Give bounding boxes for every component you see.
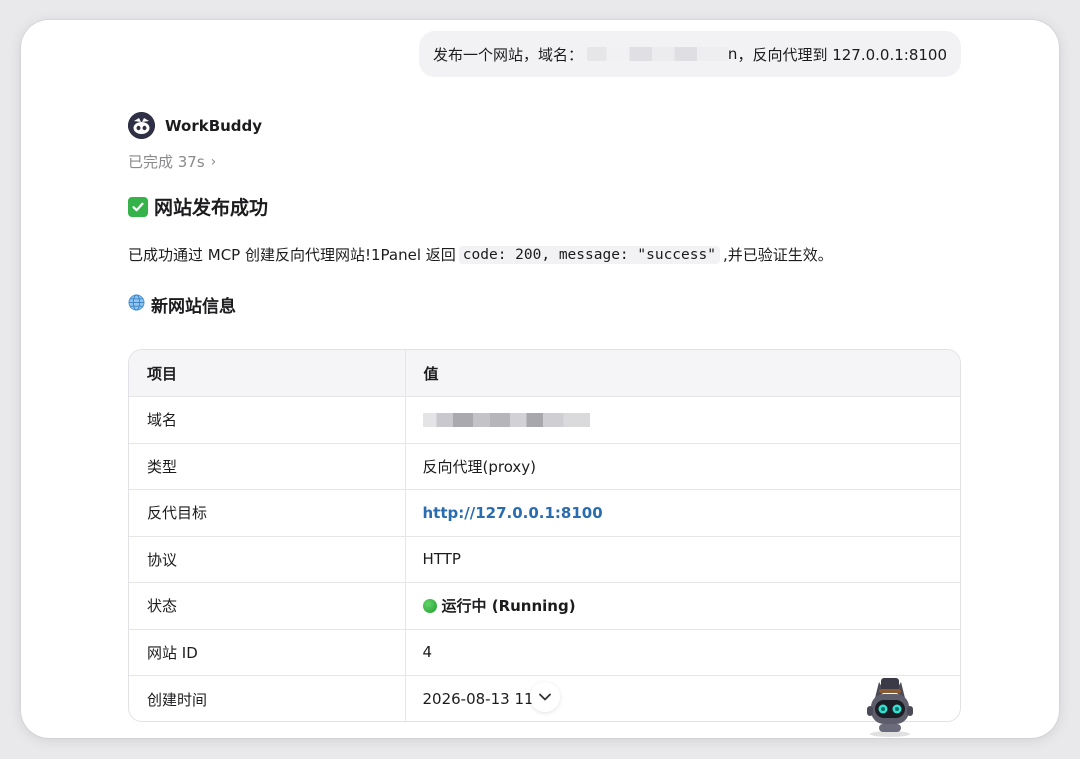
result-paragraph: 已成功通过 MCP 创建反向代理网站!1Panel 返回 code: 200, … [128, 244, 833, 265]
site-info-table: 项目 值 域名 类型 反向代理(proxy) 反代目标 http://127.0… [128, 349, 961, 722]
row-value-link: http://127.0.0.1:8100 [405, 489, 960, 537]
assistant-header: WorkBuddy [128, 112, 262, 139]
chat-window: 发布一个网站，域名： n ，反向代理到 127.0.0.1:8100 WorkB… [21, 20, 1059, 738]
column-header-item: 项目 [129, 350, 406, 397]
column-header-value: 值 [405, 350, 960, 397]
mascot-robot-icon[interactable] [857, 676, 923, 738]
redacted-domain [587, 47, 728, 61]
row-value-status: 运行中 (Running) [405, 582, 960, 630]
table-row: 反代目标 http://127.0.0.1:8100 [129, 489, 960, 537]
status-value: 运行中 (Running) [441, 597, 576, 616]
check-box-icon [128, 196, 148, 217]
row-key: 网站 ID [129, 629, 406, 676]
result-text-after: ,并已验证生效。 [722, 246, 833, 264]
task-status-toggle[interactable]: 已完成 37s › [128, 151, 216, 172]
success-heading-text: 网站发布成功 [154, 197, 269, 219]
globe-icon [128, 294, 145, 316]
redacted-domain-value [422, 413, 590, 428]
workbuddy-avatar-icon [128, 112, 155, 139]
row-key: 状态 [129, 582, 406, 630]
table-row: 状态 运行中 (Running) [129, 582, 960, 630]
table-row: 类型 反向代理(proxy) [129, 443, 960, 490]
green-circle-icon [422, 599, 437, 614]
success-heading: 网站发布成功 [128, 193, 268, 220]
table-row: 协议 HTTP [129, 536, 960, 583]
info-heading: 新网站信息 [128, 292, 236, 317]
row-value: 4 [405, 629, 960, 676]
row-key: 域名 [129, 396, 406, 444]
chevron-right-icon: › [210, 153, 217, 170]
result-text-before: 已成功通过 MCP 创建反向代理网站!1Panel 返回 [128, 246, 456, 264]
row-key: 协议 [129, 536, 406, 583]
assistant-name: WorkBuddy [165, 116, 263, 135]
table-row: 域名 [129, 396, 960, 444]
task-status-text: 已完成 37s [128, 153, 205, 171]
proxy-target-link[interactable]: http://127.0.0.1:8100 [423, 504, 603, 522]
user-message-prefix: 发布一个网站，域名： [433, 45, 584, 64]
row-key: 反代目标 [129, 489, 406, 537]
row-value: 反向代理(proxy) [405, 443, 960, 490]
row-key: 创建时间 [129, 675, 406, 721]
scroll-to-bottom-button[interactable] [530, 682, 560, 712]
user-message-bubble: 发布一个网站，域名： n ，反向代理到 127.0.0.1:8100 [419, 31, 961, 77]
user-message-suffix: ，反向代理到 127.0.0.1:8100 [737, 45, 947, 64]
row-value: HTTP [405, 536, 960, 583]
chevron-down-icon [539, 689, 551, 705]
row-value-domain [405, 396, 960, 444]
result-code: code: 200, message: "success" [458, 245, 720, 264]
table-header-row: 项目 值 [129, 350, 960, 397]
user-message-suffix-tail: n [727, 45, 738, 63]
info-heading-text: 新网站信息 [151, 297, 236, 317]
table-row: 网站 ID 4 [129, 629, 960, 676]
row-key: 类型 [129, 443, 406, 490]
